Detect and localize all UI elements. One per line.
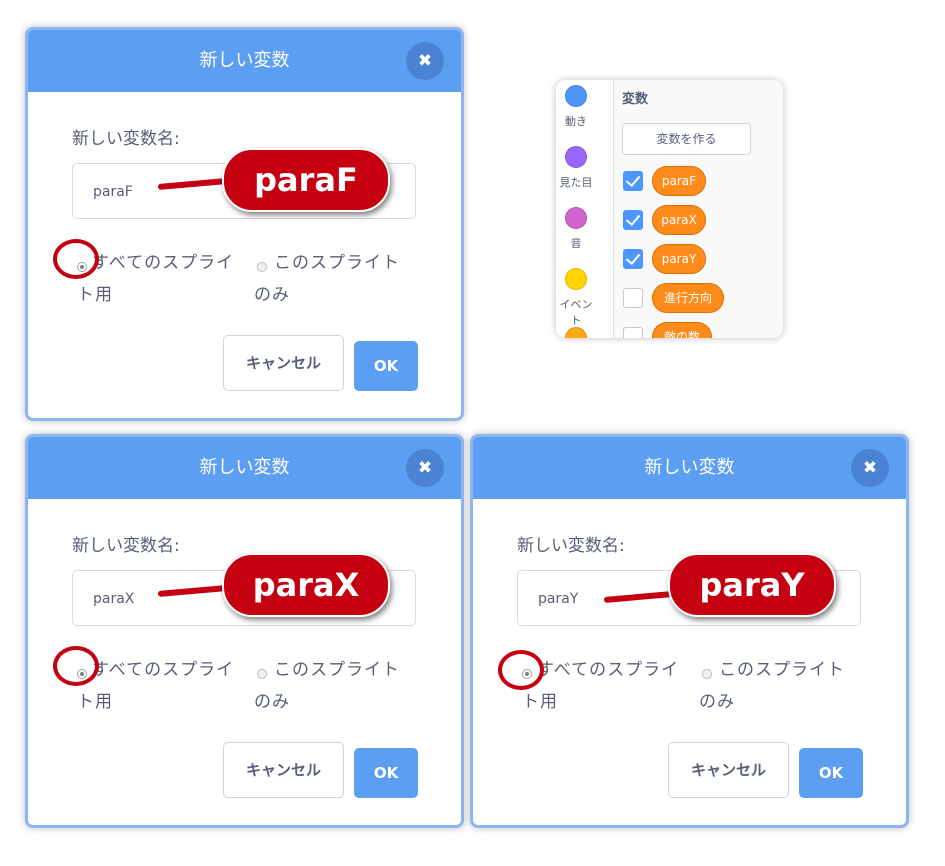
option-all-sprites-line1[interactable]: すべてのスプライ [92, 248, 234, 278]
category-events-icon[interactable] [565, 268, 587, 290]
category-column: 動き 見た目 音 イベント [556, 80, 614, 338]
radio-this-sprite-only[interactable] [257, 262, 267, 272]
variable-name-label: 新しい変数名: [72, 536, 180, 556]
option-all-sprites-line2[interactable]: ト用 [77, 687, 113, 717]
new-variable-dialog-parafF: 新しい変数 ✖ 新しい変数名: paraF すべてのスプライ ト用 このスプライ… [25, 27, 464, 421]
variable-name-value: paraX [93, 591, 135, 607]
cancel-button[interactable]: キャンセル [223, 335, 344, 391]
callout-label-parax: paraX [222, 553, 390, 617]
close-icon[interactable]: ✖ [406, 42, 444, 80]
callout-label-paray: paraY [668, 553, 836, 617]
category-looks-icon[interactable] [565, 146, 587, 168]
radio-this-sprite-only[interactable] [257, 669, 267, 679]
ok-button[interactable]: OK [354, 748, 418, 798]
variable-name-label: 新しい変数名: [72, 129, 180, 149]
variable-checkbox[interactable] [623, 210, 643, 230]
callout-label-paraf: paraF [222, 148, 390, 212]
variables-palette: 動き 見た目 音 イベント 変数 変数を作る paraF paraX paraY… [556, 80, 783, 338]
category-control-icon[interactable] [565, 327, 587, 338]
dialog-title: 新しい変数 [199, 50, 290, 71]
variable-checkbox[interactable] [623, 249, 643, 269]
option-this-sprite-line1[interactable]: このスプライト [274, 655, 400, 685]
option-this-sprite-line1[interactable]: このスプライト [274, 248, 400, 278]
variable-block-parax[interactable]: paraX [652, 205, 706, 235]
variable-checkbox[interactable] [623, 288, 643, 308]
cancel-button[interactable]: キャンセル [668, 742, 789, 798]
option-this-sprite-line2[interactable]: のみ [254, 687, 290, 717]
variable-block-paray[interactable]: paraY [652, 244, 706, 274]
variable-block-enemy-count[interactable]: 敵の数 [652, 322, 712, 338]
category-sound-icon[interactable] [565, 207, 587, 229]
option-this-sprite-line1[interactable]: このスプライト [719, 655, 845, 685]
dialog-title: 新しい変数 [199, 457, 290, 478]
variable-checkbox[interactable] [623, 327, 643, 338]
palette-heading: 変数 [622, 92, 649, 107]
highlight-circle [53, 646, 99, 686]
variable-name-label: 新しい変数名: [517, 536, 625, 556]
variable-name-value: paraF [93, 184, 133, 200]
ok-button[interactable]: OK [799, 748, 863, 798]
dialog-title: 新しい変数 [644, 457, 735, 478]
option-this-sprite-line2[interactable]: のみ [699, 687, 735, 717]
close-icon[interactable]: ✖ [406, 449, 444, 487]
category-events-label[interactable]: イベント [556, 296, 596, 328]
variable-checkbox[interactable] [623, 171, 643, 191]
highlight-circle [498, 650, 544, 690]
option-this-sprite-line2[interactable]: のみ [254, 280, 290, 310]
variable-block-paraf[interactable]: paraF [652, 166, 706, 196]
category-looks-label[interactable]: 見た目 [556, 174, 596, 190]
category-sound-label[interactable]: 音 [556, 235, 596, 251]
new-variable-dialog-paray: 新しい変数 ✖ 新しい変数名: paraY すべてのスプライ ト用 このスプライ… [470, 434, 909, 828]
category-motion-icon[interactable] [565, 85, 587, 107]
option-all-sprites-line2[interactable]: ト用 [522, 687, 558, 717]
new-variable-dialog-parax: 新しい変数 ✖ 新しい変数名: paraX すべてのスプライ ト用 このスプライ… [25, 434, 464, 828]
close-icon[interactable]: ✖ [851, 449, 889, 487]
ok-button[interactable]: OK [354, 341, 418, 391]
cancel-button[interactable]: キャンセル [223, 742, 344, 798]
option-all-sprites-line2[interactable]: ト用 [77, 280, 113, 310]
option-all-sprites-line1[interactable]: すべてのスプライ [92, 655, 234, 685]
category-motion-label[interactable]: 動き [556, 113, 596, 129]
variable-block-direction[interactable]: 進行方向 [652, 283, 724, 313]
variable-name-value: paraY [538, 591, 579, 607]
option-all-sprites-line1[interactable]: すべてのスプライ [537, 655, 679, 685]
highlight-circle [53, 239, 99, 279]
make-variable-button[interactable]: 変数を作る [622, 123, 751, 155]
radio-this-sprite-only[interactable] [702, 669, 712, 679]
